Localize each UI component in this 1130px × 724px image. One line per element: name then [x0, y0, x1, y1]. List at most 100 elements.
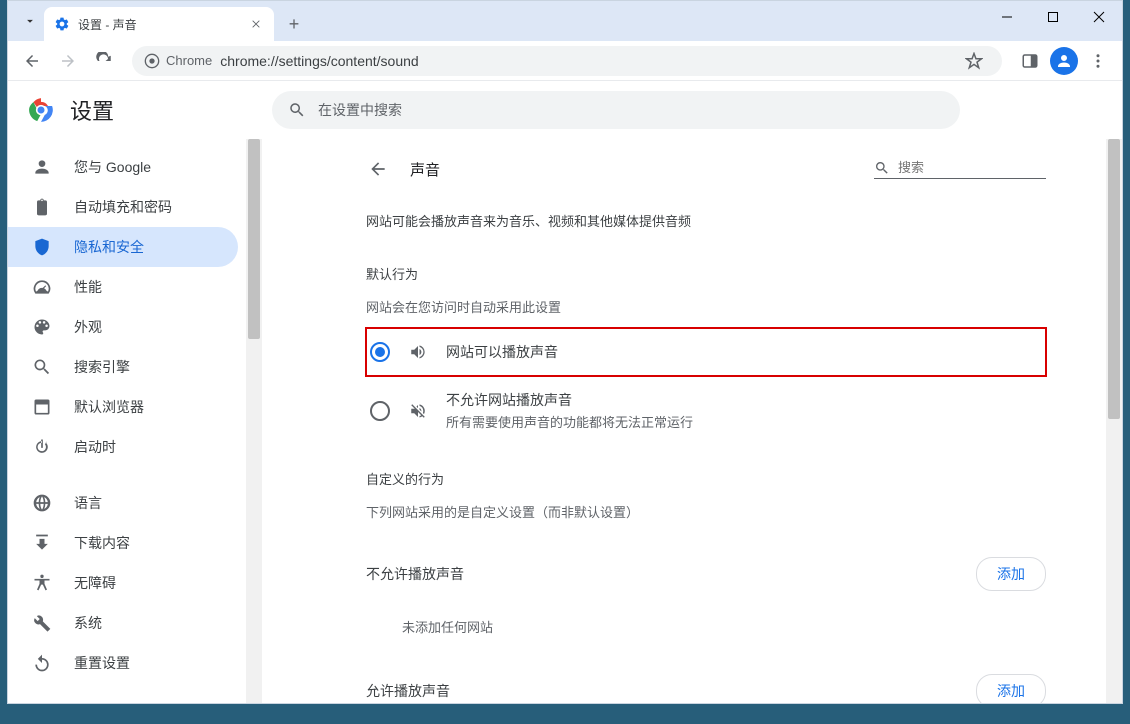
- settings-app-title: 设置: [70, 94, 114, 126]
- sidebar-item-system[interactable]: 系统: [8, 603, 238, 643]
- sidebar-item-search-engine[interactable]: 搜索引擎: [8, 347, 238, 387]
- settings-content: 设置 在设置中搜索 您与 Google 自动填充和密码 隐私和安全 性能 外观 …: [8, 81, 1122, 703]
- allow-section-label: 允许播放声音: [366, 681, 450, 701]
- bookmark-button[interactable]: [958, 45, 990, 77]
- globe-icon: [32, 493, 52, 513]
- custom-behavior-label: 自定义的行为: [366, 469, 1046, 488]
- tab-search-dropdown[interactable]: [16, 7, 44, 35]
- chrome-icon: [144, 53, 160, 69]
- palette-icon: [32, 317, 52, 337]
- accessibility-icon: [32, 573, 52, 593]
- radio-button-checked[interactable]: [370, 342, 390, 362]
- site-info[interactable]: Chrome: [144, 53, 212, 69]
- address-bar[interactable]: Chrome chrome://settings/content/sound: [132, 46, 1002, 76]
- default-behavior-sub: 网站会在您访问时自动采用此设置: [366, 297, 1046, 316]
- speedometer-icon: [32, 277, 52, 297]
- sidebar-item-label: 语言: [74, 493, 102, 513]
- sidebar-item-label: 启动时: [74, 437, 116, 457]
- sidebar-item-label: 下载内容: [74, 533, 130, 553]
- app-menu-button[interactable]: [1082, 45, 1114, 77]
- maximize-button[interactable]: [1030, 1, 1076, 33]
- window-close-button[interactable]: [1076, 1, 1122, 33]
- search-placeholder: 在设置中搜索: [318, 100, 402, 120]
- settings-search[interactable]: 在设置中搜索: [272, 91, 960, 129]
- sidebar-item-label: 搜索引擎: [74, 357, 130, 377]
- settings-sidebar: 您与 Google 自动填充和密码 隐私和安全 性能 外观 搜索引擎 默认浏览器…: [8, 139, 246, 703]
- gear-icon: [54, 16, 70, 32]
- forward-button[interactable]: [52, 45, 84, 77]
- browser-toolbar: Chrome chrome://settings/content/sound: [8, 41, 1122, 81]
- shield-icon: [32, 237, 52, 257]
- sidebar-item-languages[interactable]: 语言: [8, 483, 238, 523]
- radio-allow-sound[interactable]: 网站可以播放声音: [366, 328, 1046, 376]
- kebab-icon: [1089, 52, 1107, 70]
- sidebar-item-label: 外观: [74, 317, 102, 337]
- block-section-label: 不允许播放声音: [366, 564, 464, 584]
- new-tab-button[interactable]: +: [280, 10, 308, 38]
- person-icon: [32, 157, 52, 177]
- reset-icon: [32, 653, 52, 673]
- browser-icon: [32, 397, 52, 417]
- page-back-button[interactable]: [366, 157, 390, 181]
- page-description: 网站可能会播放声音来为音乐、视频和其他媒体提供音频: [366, 211, 1046, 230]
- window-controls: [984, 1, 1122, 33]
- sidebar-item-label: 重置设置: [74, 653, 130, 673]
- sidebar-item-label: 无障碍: [74, 573, 116, 593]
- download-icon: [32, 533, 52, 553]
- power-icon: [32, 437, 52, 457]
- allow-section-row: 允许播放声音 添加: [366, 662, 1046, 703]
- settings-main: 声音 网站可能会播放声音来为音乐、视频和其他媒体提供音频 默认行为 网站会在您访…: [246, 139, 1122, 703]
- tab-close-button[interactable]: [248, 16, 264, 32]
- sidebar-scrollbar[interactable]: [246, 139, 262, 703]
- sidebar-item-label: 默认浏览器: [74, 397, 144, 417]
- sidebar-item-default-browser[interactable]: 默认浏览器: [8, 387, 238, 427]
- sidebar-item-downloads[interactable]: 下载内容: [8, 523, 238, 563]
- block-section-row: 不允许播放声音 添加: [366, 545, 1046, 603]
- arrow-left-icon: [368, 159, 388, 179]
- reload-icon: [95, 52, 113, 70]
- search-icon: [288, 101, 306, 119]
- sidebar-item-label: 性能: [74, 277, 102, 297]
- radio-button-unchecked[interactable]: [370, 401, 390, 421]
- volume-icon: [408, 343, 428, 361]
- sidebar-item-privacy[interactable]: 隐私和安全: [8, 227, 238, 267]
- sidebar-item-performance[interactable]: 性能: [8, 267, 238, 307]
- add-block-button[interactable]: 添加: [976, 557, 1046, 591]
- minimize-button[interactable]: [984, 1, 1030, 33]
- sidebar-item-on-startup[interactable]: 启动时: [8, 427, 238, 467]
- sidebar-item-reset[interactable]: 重置设置: [8, 643, 238, 683]
- reload-button[interactable]: [88, 45, 120, 77]
- page-search-input[interactable]: [898, 160, 1028, 175]
- sidebar-item-autofill[interactable]: 自动填充和密码: [8, 187, 238, 227]
- search-icon: [874, 160, 890, 176]
- browser-window: 设置 - 声音 + Chrome chrome://settings/conte…: [7, 0, 1123, 704]
- wrench-icon: [32, 613, 52, 633]
- main-scrollbar[interactable]: [1106, 139, 1122, 703]
- sidebar-item-label: 自动填充和密码: [74, 197, 172, 217]
- default-behavior-label: 默认行为: [366, 264, 1046, 283]
- page-header: 声音: [366, 157, 1046, 181]
- profile-button[interactable]: [1050, 47, 1078, 75]
- page-title: 声音: [410, 159, 854, 180]
- arrow-right-icon: [59, 52, 77, 70]
- close-icon: [251, 19, 261, 29]
- sidebar-item-appearance[interactable]: 外观: [8, 307, 238, 347]
- chrome-logo-icon: [28, 97, 54, 123]
- url-text: chrome://settings/content/sound: [220, 53, 418, 69]
- sidebar-item-label: 隐私和安全: [74, 237, 144, 257]
- add-allow-button[interactable]: 添加: [976, 674, 1046, 703]
- sidebar-item-label: 您与 Google: [74, 157, 151, 177]
- sidebar-item-accessibility[interactable]: 无障碍: [8, 563, 238, 603]
- volume-off-icon: [408, 402, 428, 420]
- search-icon: [32, 357, 52, 377]
- back-button[interactable]: [16, 45, 48, 77]
- radio-block-sound[interactable]: 不允许网站播放声音 所有需要使用声音的功能都将无法正常运行: [366, 376, 1046, 445]
- browser-tab[interactable]: 设置 - 声音: [44, 7, 274, 41]
- title-bar: 设置 - 声音 +: [8, 1, 1122, 41]
- side-panel-button[interactable]: [1014, 45, 1046, 77]
- sidebar-item-you-and-google[interactable]: 您与 Google: [8, 147, 238, 187]
- page-search[interactable]: [874, 160, 1046, 179]
- arrow-left-icon: [23, 52, 41, 70]
- radio-block-label: 不允许网站播放声音: [446, 390, 693, 410]
- sidebar-item-label: 系统: [74, 613, 102, 633]
